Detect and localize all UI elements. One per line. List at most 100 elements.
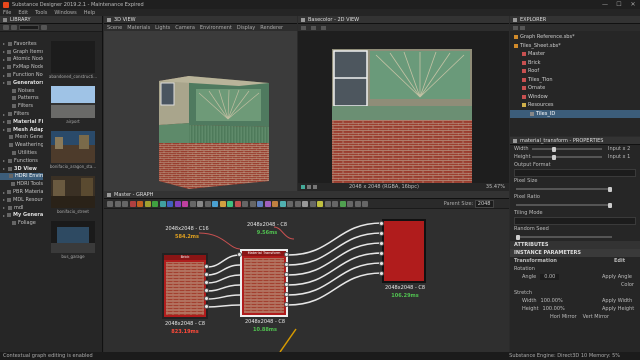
library-tree-item[interactable]: Patterns (0, 95, 43, 103)
graph-tool-button[interactable] (339, 200, 346, 207)
output-format-select[interactable] (514, 169, 636, 177)
explorer-item[interactable]: Tiles_Tlon (510, 76, 640, 85)
menu-environment[interactable]: Environment (200, 25, 232, 31)
vert-mirror-button[interactable]: Vert Mirror (583, 314, 609, 320)
material-transform-node[interactable]: Material Transform (240, 249, 288, 317)
expand-arrow-icon[interactable]: ▸ (3, 41, 6, 46)
search-icon[interactable] (41, 25, 47, 30)
graph-tool-button[interactable] (137, 200, 143, 207)
menu-renderer[interactable]: Renderer (260, 25, 283, 31)
library-tree-item[interactable]: Noises (0, 87, 43, 95)
output-pin[interactable] (284, 302, 289, 307)
explorer-item[interactable]: Tiles_ID (510, 109, 640, 118)
explorer-item[interactable]: Resources (510, 101, 640, 110)
filter-button[interactable] (11, 25, 17, 30)
graph-tool-button[interactable] (144, 200, 151, 207)
tiling-mode-select[interactable] (514, 217, 636, 225)
explorer-item[interactable]: Window (510, 93, 640, 102)
pixel-size-slider[interactable] (516, 186, 612, 192)
parent-size-select[interactable]: 2048 (474, 199, 494, 208)
stretch-height-field[interactable]: 100.00% (543, 306, 565, 312)
library-tree-item[interactable]: Weathering (0, 141, 43, 149)
graph-tool-button[interactable] (129, 200, 136, 207)
explorer-item[interactable]: Master (510, 50, 640, 59)
library-tree-item[interactable]: ▸ MDL Resources (0, 196, 43, 204)
library-tree-item[interactable]: ▸ 3D View (0, 165, 43, 173)
library-tree-item[interactable]: ▸ Atomic Nodes (0, 56, 43, 64)
library-tree-item[interactable]: ▸ Function Nodes (0, 71, 43, 79)
explorer-item[interactable]: Tiles_Sheet.sbs* (510, 42, 640, 51)
output-pin[interactable] (284, 292, 289, 297)
explorer-item[interactable]: Ornate (510, 84, 640, 93)
height-slider[interactable] (532, 154, 602, 160)
menu-display[interactable]: Display (237, 25, 255, 31)
graph-tool-button[interactable] (197, 200, 203, 207)
output-pin[interactable] (204, 288, 209, 293)
input-pin[interactable] (379, 261, 384, 266)
library-tree-item[interactable]: ▸ mdl (0, 204, 43, 212)
width-slider[interactable] (532, 146, 602, 152)
graph-tool-button[interactable] (332, 200, 338, 207)
graph-tool-button[interactable] (257, 200, 263, 207)
library-tree-item[interactable]: ▸ FxMap Nodes (0, 63, 43, 71)
expand-arrow-icon[interactable]: ▸ (3, 166, 6, 171)
apply-width-button[interactable]: Apply Width (602, 298, 632, 304)
channel-button[interactable] (301, 185, 305, 189)
graph-tool-button[interactable] (287, 200, 293, 207)
explorer-item[interactable]: Roof (510, 67, 640, 76)
graph-tool-button[interactable] (294, 200, 301, 207)
expand-arrow-icon[interactable]: ▸ (3, 197, 5, 202)
library-tree-item[interactable]: Utilities (0, 149, 43, 157)
graph-tool-button[interactable] (167, 200, 173, 207)
input-pin[interactable] (379, 251, 384, 256)
library-tree-item[interactable]: HDRI Tools (0, 180, 43, 188)
graph-tool-button[interactable] (234, 200, 241, 207)
graph-tool-button[interactable] (122, 200, 128, 207)
channel-button[interactable] (313, 185, 317, 189)
library-tree-item[interactable]: ▸ Filters (0, 110, 43, 118)
library-tree-item[interactable]: ▸ Functions (0, 157, 43, 165)
3d-viewport[interactable] (104, 31, 297, 191)
menu-edit[interactable]: Edit (18, 10, 28, 16)
output-pin[interactable] (284, 252, 289, 257)
library-tree-item[interactable]: Filters (0, 102, 43, 110)
thumbnail-item[interactable]: airport (44, 85, 102, 130)
brick-node[interactable]: Brick (162, 253, 208, 319)
graph-tool-button[interactable] (114, 200, 121, 207)
output-node[interactable] (382, 219, 426, 283)
graph-tool-button[interactable] (174, 200, 181, 207)
expand-arrow-icon[interactable]: ▸ (3, 205, 6, 210)
graph-tool-button[interactable] (189, 200, 196, 207)
library-tree-item[interactable]: Foliage (0, 219, 43, 227)
graph-tool-button[interactable] (204, 200, 211, 207)
output-pin[interactable] (284, 272, 289, 277)
expand-arrow-icon[interactable]: ▸ (3, 190, 5, 195)
graph-tool-button[interactable] (242, 200, 248, 207)
stretch-width-field[interactable]: 100.00% (541, 298, 563, 304)
library-tree-item[interactable]: ▸ Mesh Adaptive (0, 126, 43, 134)
menu-lights[interactable]: Lights (155, 25, 170, 31)
graph-tool-button[interactable] (152, 200, 158, 207)
graph-tool-button[interactable] (219, 200, 226, 207)
graph-tool-button[interactable] (272, 200, 278, 207)
output-pin[interactable] (204, 296, 209, 301)
expand-arrow-icon[interactable]: ▸ (3, 65, 5, 70)
output-pin[interactable] (204, 264, 209, 269)
apply-height-button[interactable]: Apply Height (602, 306, 634, 312)
graph-tool-button[interactable] (302, 200, 308, 207)
toolbar-button[interactable] (311, 25, 316, 30)
input-pin[interactable] (379, 271, 384, 276)
graph-tool-button[interactable] (182, 200, 188, 207)
expand-arrow-icon[interactable]: ▸ (3, 49, 5, 54)
toolbar-button[interactable] (301, 25, 306, 30)
thumbnail-item[interactable]: bonifacio_street (44, 175, 102, 220)
expand-arrow-icon[interactable]: ▸ (3, 73, 5, 78)
hori-mirror-button[interactable]: Hori Mirror (550, 314, 577, 320)
output-pin[interactable] (204, 280, 209, 285)
view-mode-button[interactable] (3, 25, 9, 30)
output-pin[interactable] (284, 262, 289, 267)
edit-button[interactable]: Edit (614, 258, 625, 264)
graph-tool-button[interactable] (249, 200, 256, 207)
angle-field[interactable]: 0.00 (540, 274, 560, 280)
2d-viewport[interactable] (298, 31, 509, 183)
